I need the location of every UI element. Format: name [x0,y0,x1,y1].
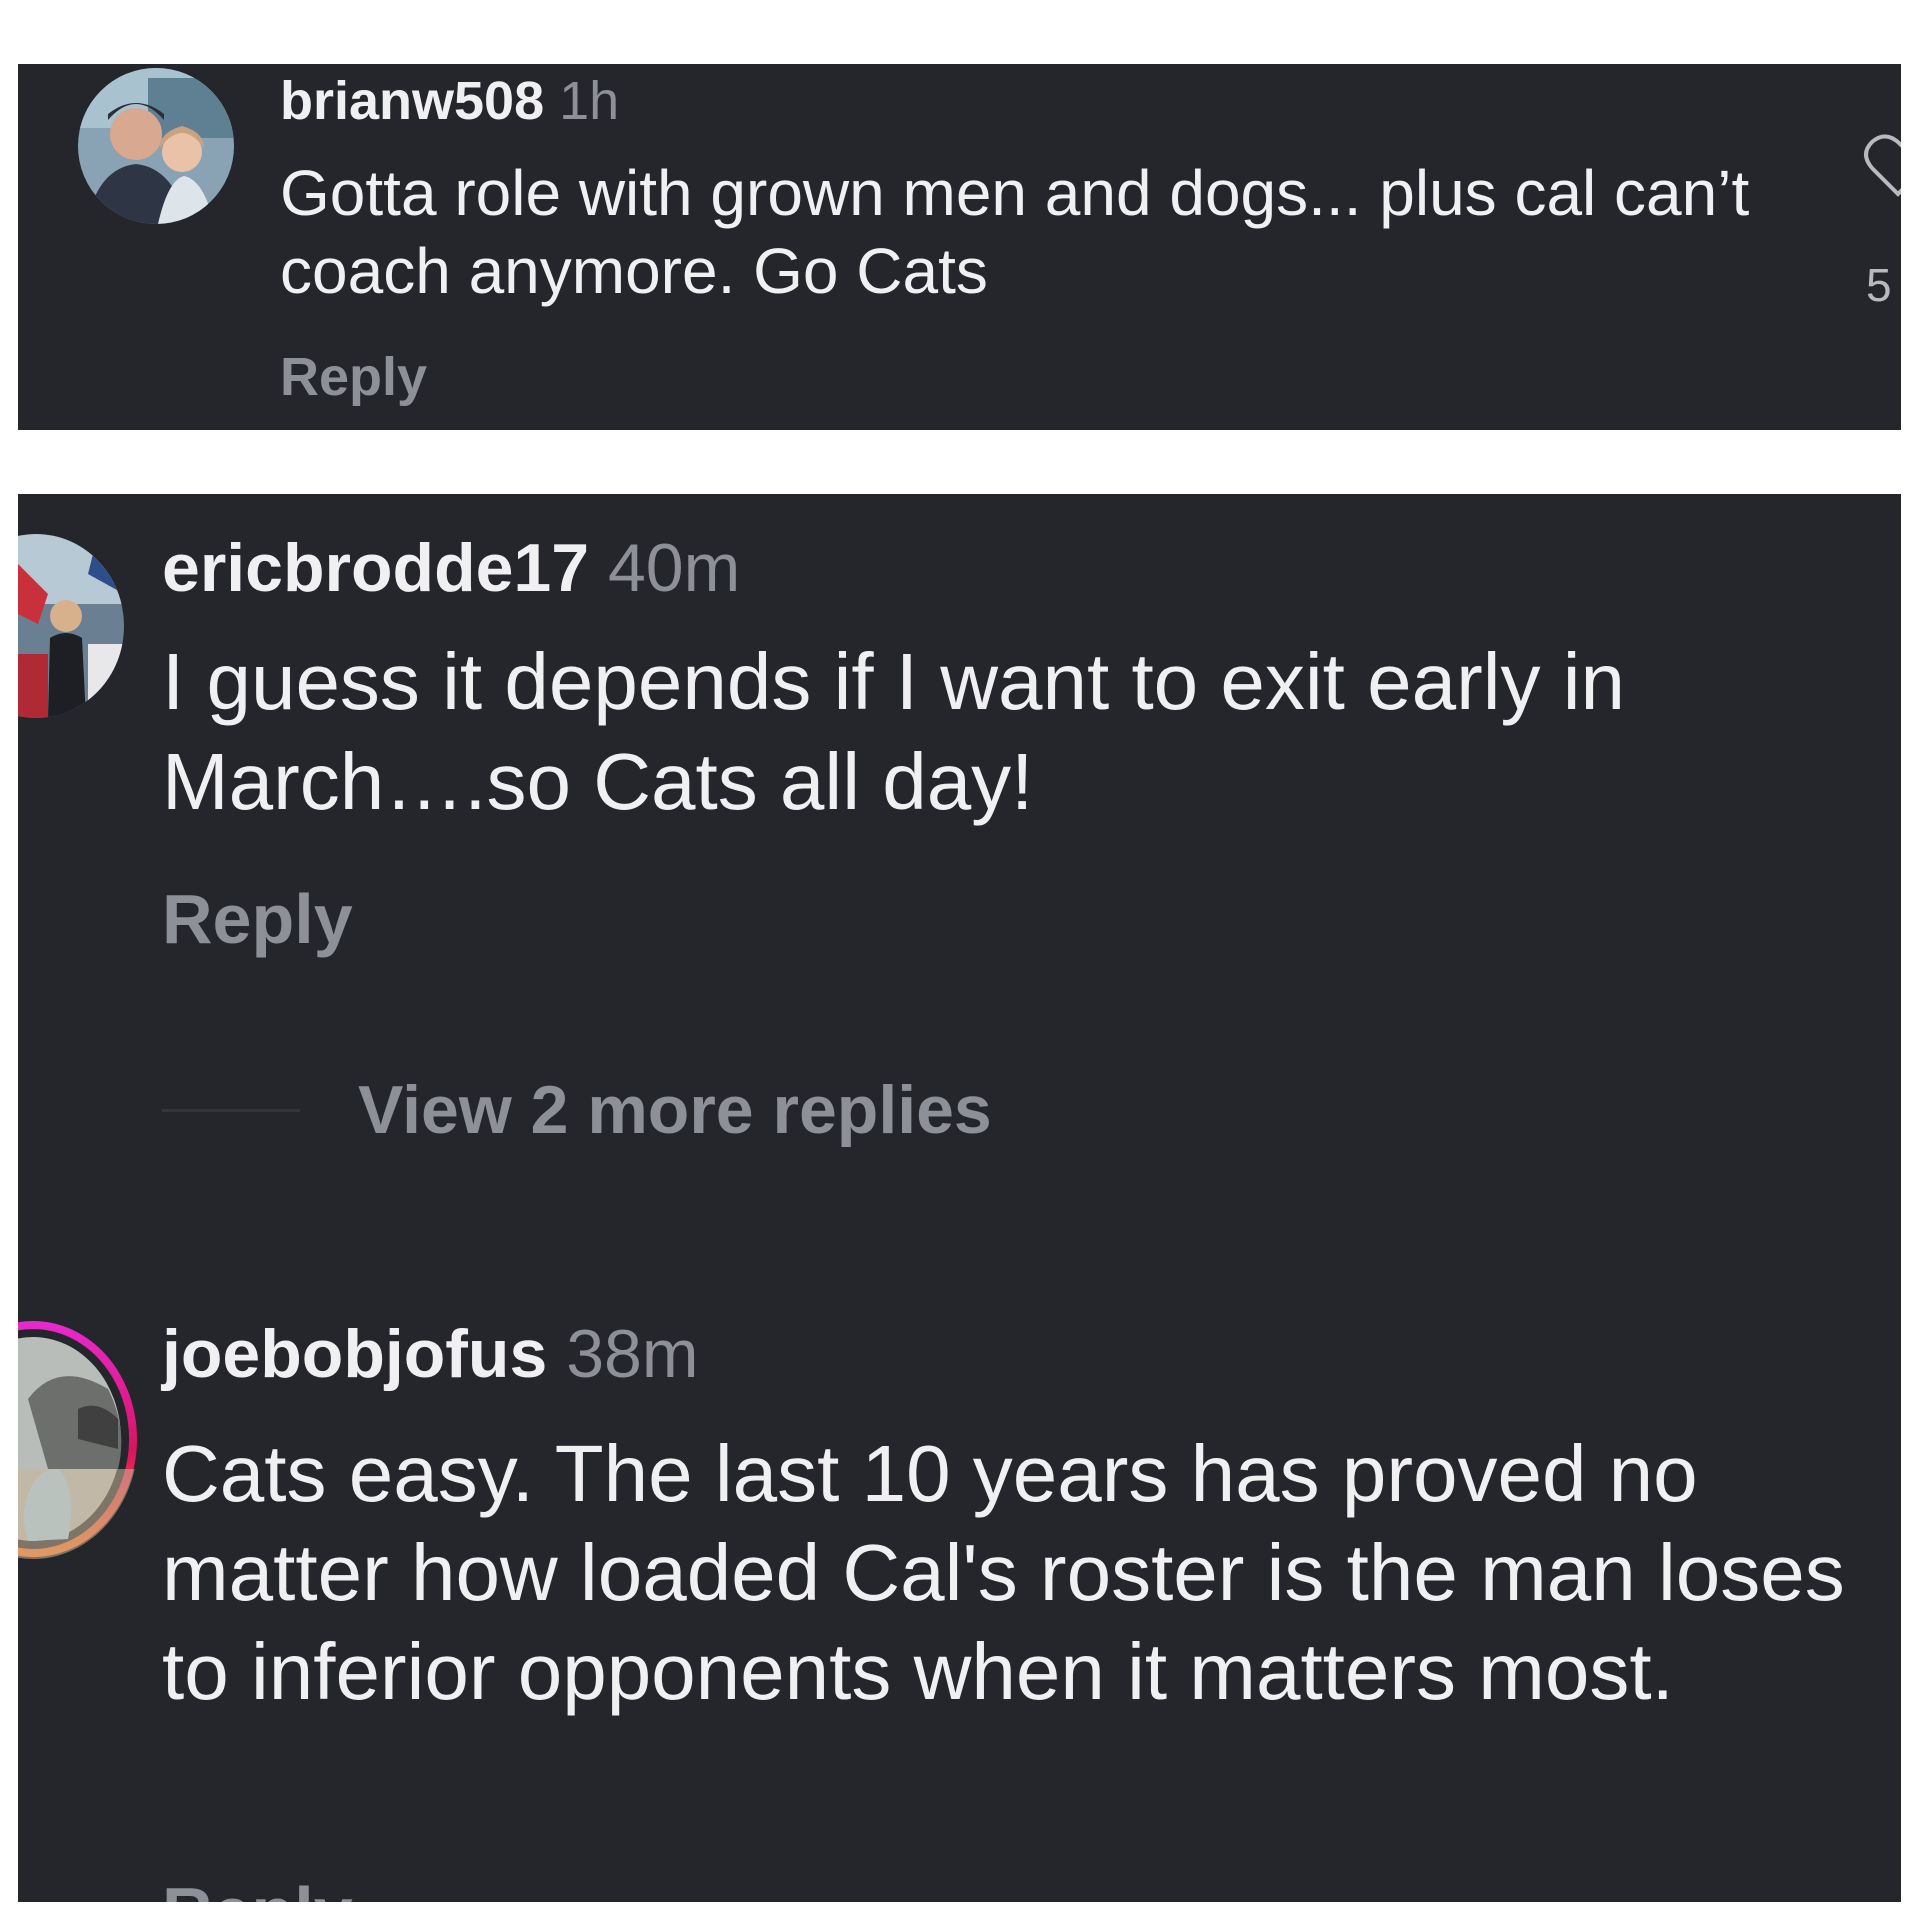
comment-header: brianw508 1h [280,70,619,132]
thread-line [162,1109,300,1112]
story-ring-avatar-icon [18,1321,137,1559]
username[interactable]: joebobjofus [162,1316,547,1392]
comment-text: Gotta role with grown men and dogs... pl… [280,157,1750,307]
reply-button[interactable]: Reply [162,1872,353,1902]
avatar-photo-icon [78,68,234,224]
timestamp: 40m [607,530,741,606]
timestamp: 1h [559,71,620,131]
comment-text: Cats easy. The last 10 years has proved … [162,1429,1845,1716]
like-count: 5 [1866,259,1892,311]
comment-panel-thread: ericbrodde17 40m I guess it depends if I… [18,494,1901,1902]
reply-button[interactable]: Reply [162,879,353,959]
comment-header: joebobjofus 38m [162,1314,698,1394]
avatar[interactable] [18,534,124,718]
username[interactable]: brianw508 [280,71,544,131]
reply-button[interactable]: Reply [280,346,427,408]
avatar[interactable] [78,68,234,224]
comment-panel-brianw508: brianw508 1h Gotta role with grown men a… [18,64,1901,430]
timestamp: 38m [566,1316,699,1392]
username[interactable]: ericbrodde17 [162,530,589,606]
comment-text: I guess it depends if I want to exit ear… [162,637,1626,826]
avatar[interactable] [18,1319,138,1559]
view-more-replies-button[interactable]: View 2 more replies [358,1070,992,1150]
avatar-photo-icon [18,534,124,718]
comment-header: ericbrodde17 40m [162,528,740,608]
heart-icon[interactable] [1860,132,1901,212]
